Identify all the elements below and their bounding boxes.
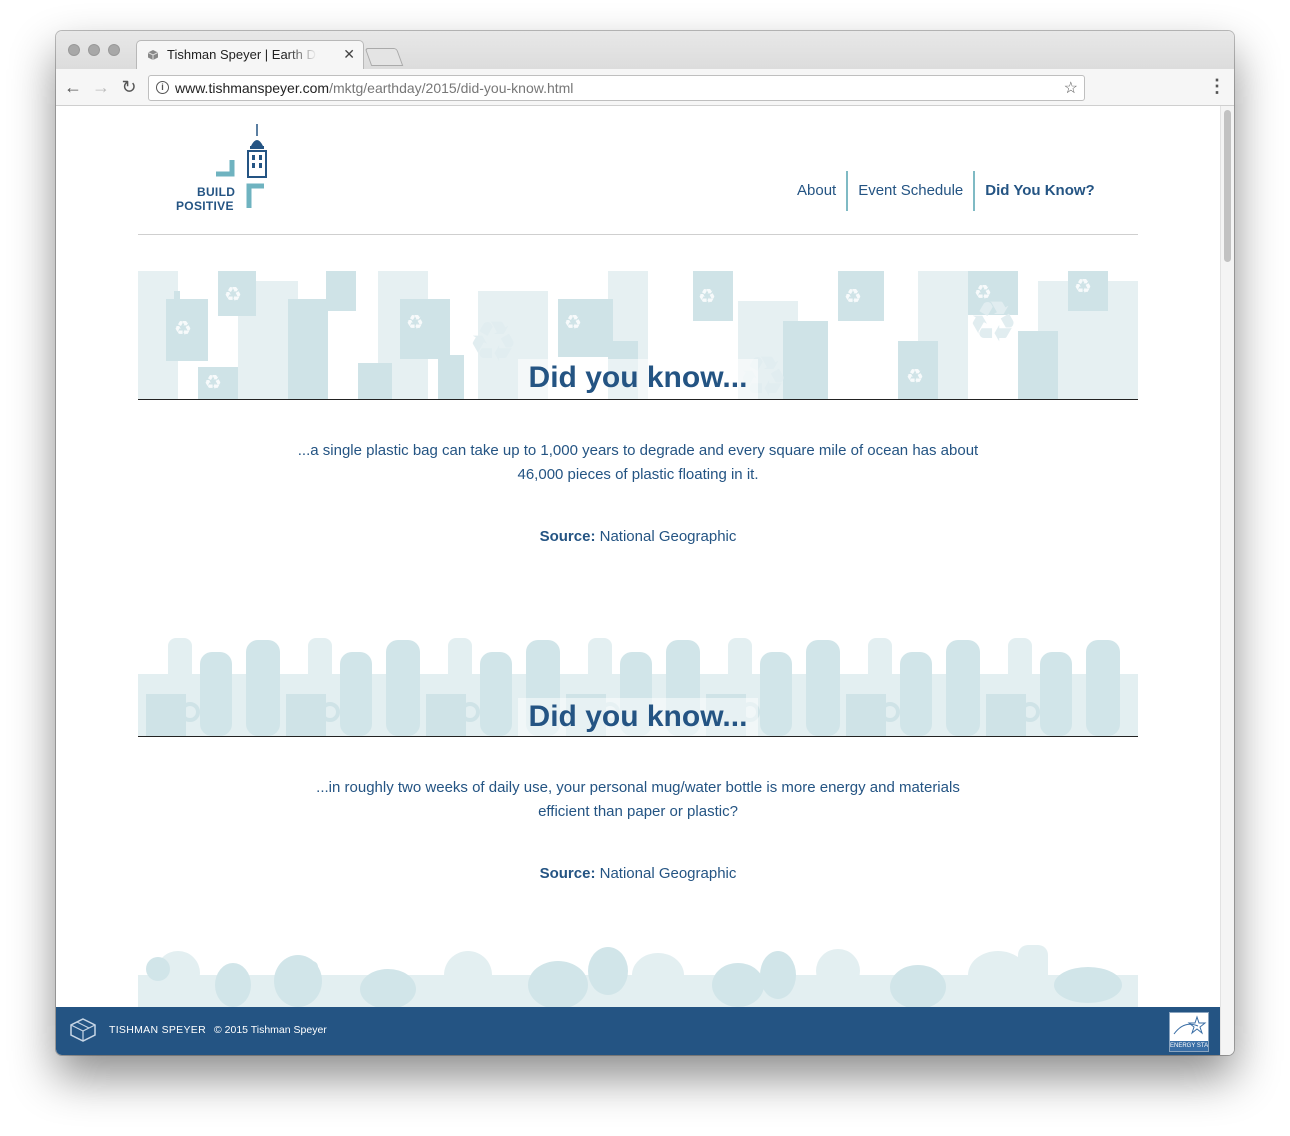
tishman-speyer-logo-icon[interactable] bbox=[70, 1018, 96, 1042]
bottles-mugs-banner: Did you know... bbox=[138, 618, 1138, 736]
produce-banner bbox=[138, 945, 1138, 1007]
url-host: www.tishmanspeyer.com bbox=[175, 80, 330, 96]
bookmark-star-icon[interactable]: ☆ bbox=[1064, 78, 1078, 98]
tab-title: Tishman Speyer | Earth Day 2015 bbox=[167, 47, 317, 62]
browser-menu-icon[interactable]: ⋮ bbox=[1208, 76, 1226, 97]
back-arrow-icon[interactable]: ← bbox=[62, 76, 84, 98]
svg-text:♻: ♻ bbox=[406, 310, 424, 334]
energy-star-badge: ENERGY STAR bbox=[1169, 1012, 1209, 1052]
fact-2-heading: Did you know... bbox=[528, 700, 748, 733]
new-tab-button[interactable] bbox=[364, 48, 404, 66]
build-positive-logo[interactable]: BUILD POSITIVE bbox=[176, 124, 276, 216]
title-bar: Tishman Speyer | Earth Day 2015 ✕ bbox=[56, 31, 1234, 70]
svg-text:♻: ♻ bbox=[564, 310, 582, 334]
nav-about[interactable]: About bbox=[787, 171, 846, 211]
logo-text-positive: POSITIVE bbox=[176, 199, 234, 213]
source-label: Source: bbox=[539, 528, 596, 545]
main-nav: About Event Schedule Did You Know? bbox=[787, 171, 1105, 211]
footer-brand[interactable]: TISHMAN SPEYER bbox=[109, 1024, 206, 1036]
svg-text:♻: ♻ bbox=[968, 290, 1018, 355]
browser-tab[interactable]: Tishman Speyer | Earth Day 2015 ✕ bbox=[136, 40, 364, 70]
svg-text:♻: ♻ bbox=[844, 284, 862, 308]
fact-1-divider bbox=[138, 399, 1138, 400]
forward-arrow-icon[interactable]: → bbox=[90, 76, 112, 98]
site-footer: TISHMAN SPEYER © 2015 Tishman Speyer ENE… bbox=[56, 1007, 1220, 1055]
browser-window: Tishman Speyer | Earth Day 2015 ✕ ← → ↻ … bbox=[56, 31, 1234, 1055]
fact-1-text: ...a single plastic bag can take up to 1… bbox=[297, 442, 979, 483]
nav-did-you-know[interactable]: Did You Know? bbox=[975, 171, 1104, 211]
minimize-window-button[interactable] bbox=[88, 44, 100, 56]
fact-2-divider bbox=[138, 736, 1138, 737]
close-window-button[interactable] bbox=[68, 44, 80, 56]
nav-event-schedule[interactable]: Event Schedule bbox=[848, 171, 973, 211]
footer-copyright: © 2015 Tishman Speyer bbox=[214, 1024, 327, 1036]
fact-2-source: Source: National Geographic bbox=[138, 865, 1138, 882]
svg-text:♻: ♻ bbox=[224, 282, 242, 306]
zoom-window-button[interactable] bbox=[108, 44, 120, 56]
svg-text:♻: ♻ bbox=[698, 284, 716, 308]
source-value: National Geographic bbox=[599, 865, 737, 882]
logo-text-build: BUILD bbox=[197, 185, 236, 199]
browser-toolbar: ← → ↻ i www.tishmanspeyer.com/mktg/earth… bbox=[56, 69, 1234, 106]
source-label: Source: bbox=[539, 865, 596, 882]
energy-star-label: ENERGY STAR bbox=[1170, 1041, 1208, 1051]
address-bar[interactable]: i www.tishmanspeyer.com/mktg/earthday/20… bbox=[148, 75, 1085, 101]
svg-text:♻: ♻ bbox=[174, 316, 192, 340]
fact-1-heading: Did you know... bbox=[528, 361, 748, 394]
plastic-bags-banner: ♻ ♻ ♻ ♻ ♻ ♻ ♻ ♻ ♻ ♻ ♻ ♻ ♻ Did you know..… bbox=[138, 271, 1138, 399]
energy-star-icon bbox=[1173, 1015, 1207, 1035]
tishman-favicon-icon bbox=[147, 50, 159, 60]
url-path: /mktg/earthday/2015/did-you-know.html bbox=[329, 80, 574, 96]
page-scrollbar[interactable] bbox=[1220, 106, 1234, 1055]
source-value: National Geographic bbox=[599, 528, 737, 545]
reload-icon[interactable]: ↻ bbox=[118, 76, 140, 98]
svg-text:♻: ♻ bbox=[1074, 274, 1092, 298]
page-viewport: BUILD POSITIVE About Event Schedule Did … bbox=[56, 106, 1220, 1055]
url-text[interactable]: www.tishmanspeyer.com/mktg/earthday/2015… bbox=[175, 80, 573, 96]
tab-close-icon[interactable]: ✕ bbox=[343, 46, 355, 63]
scrollbar-thumb[interactable] bbox=[1224, 110, 1231, 262]
info-icon[interactable]: i bbox=[156, 81, 169, 94]
header-divider bbox=[138, 234, 1138, 235]
fact-1-source: Source: National Geographic bbox=[138, 528, 1138, 545]
produce-pattern-icon bbox=[138, 945, 1138, 1007]
fact-2-text: ...in roughly two weeks of daily use, yo… bbox=[316, 779, 960, 820]
